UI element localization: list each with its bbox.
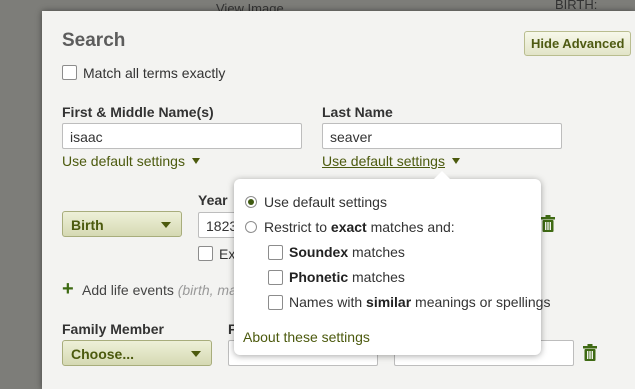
year-exact-checkbox[interactable] [198, 246, 213, 261]
similar-names-label: Names with similar meanings or spellings [289, 294, 551, 310]
first-name-settings-text: Use default settings [62, 153, 185, 169]
family-member-label: Family Member [62, 321, 164, 337]
chevron-down-icon [451, 158, 460, 164]
match-all-checkbox[interactable] [62, 65, 77, 80]
first-name-settings-link[interactable]: Use default settings [62, 153, 200, 169]
chevron-down-icon [191, 351, 201, 357]
option-restrict-label: Restrict to exact matches and: [264, 219, 455, 235]
radio-restrict-exact[interactable] [245, 221, 257, 233]
trash-icon[interactable] [583, 344, 597, 361]
soundex-checkbox[interactable] [268, 245, 283, 260]
event-type-select[interactable]: Birth [62, 211, 182, 237]
hide-advanced-button[interactable]: Hide Advanced [524, 31, 632, 56]
phonetic-label: Phonetic matches [289, 269, 405, 285]
similar-names-checkbox[interactable] [268, 295, 283, 310]
chevron-down-icon [191, 158, 200, 164]
year-exact-label: Ex [219, 246, 236, 262]
add-life-events-plus-icon[interactable]: + [62, 279, 74, 299]
radio-default-settings[interactable] [245, 196, 257, 208]
dialog-title: Search [62, 30, 126, 51]
event-type-value: Birth [71, 217, 104, 233]
add-life-events-label: Add life events [82, 282, 174, 298]
family-member-select[interactable]: Choose... [62, 340, 212, 366]
last-name-settings-text: Use default settings [322, 153, 445, 169]
year-label: Year [198, 192, 228, 208]
popup-arrow [434, 171, 450, 179]
name-settings-popup: Use default settings Restrict to exact m… [234, 171, 550, 355]
last-name-settings-link[interactable]: Use default settings [322, 153, 460, 169]
add-life-events-link[interactable]: Add life events (birth, marr [82, 282, 246, 298]
last-name-label: Last Name [322, 104, 393, 120]
first-name-input[interactable]: isaac [62, 123, 302, 149]
option-default-label: Use default settings [264, 194, 387, 210]
chevron-down-icon [161, 222, 171, 228]
soundex-label: Soundex matches [289, 244, 405, 260]
first-name-label: First & Middle Name(s) [62, 104, 214, 120]
last-name-input[interactable]: seaver [322, 123, 562, 149]
phonetic-checkbox[interactable] [268, 270, 283, 285]
about-settings-link[interactable]: About these settings [243, 329, 370, 345]
trash-icon[interactable] [541, 215, 555, 232]
match-all-label: Match all terms exactly [83, 65, 226, 81]
family-member-value: Choose... [71, 346, 135, 362]
